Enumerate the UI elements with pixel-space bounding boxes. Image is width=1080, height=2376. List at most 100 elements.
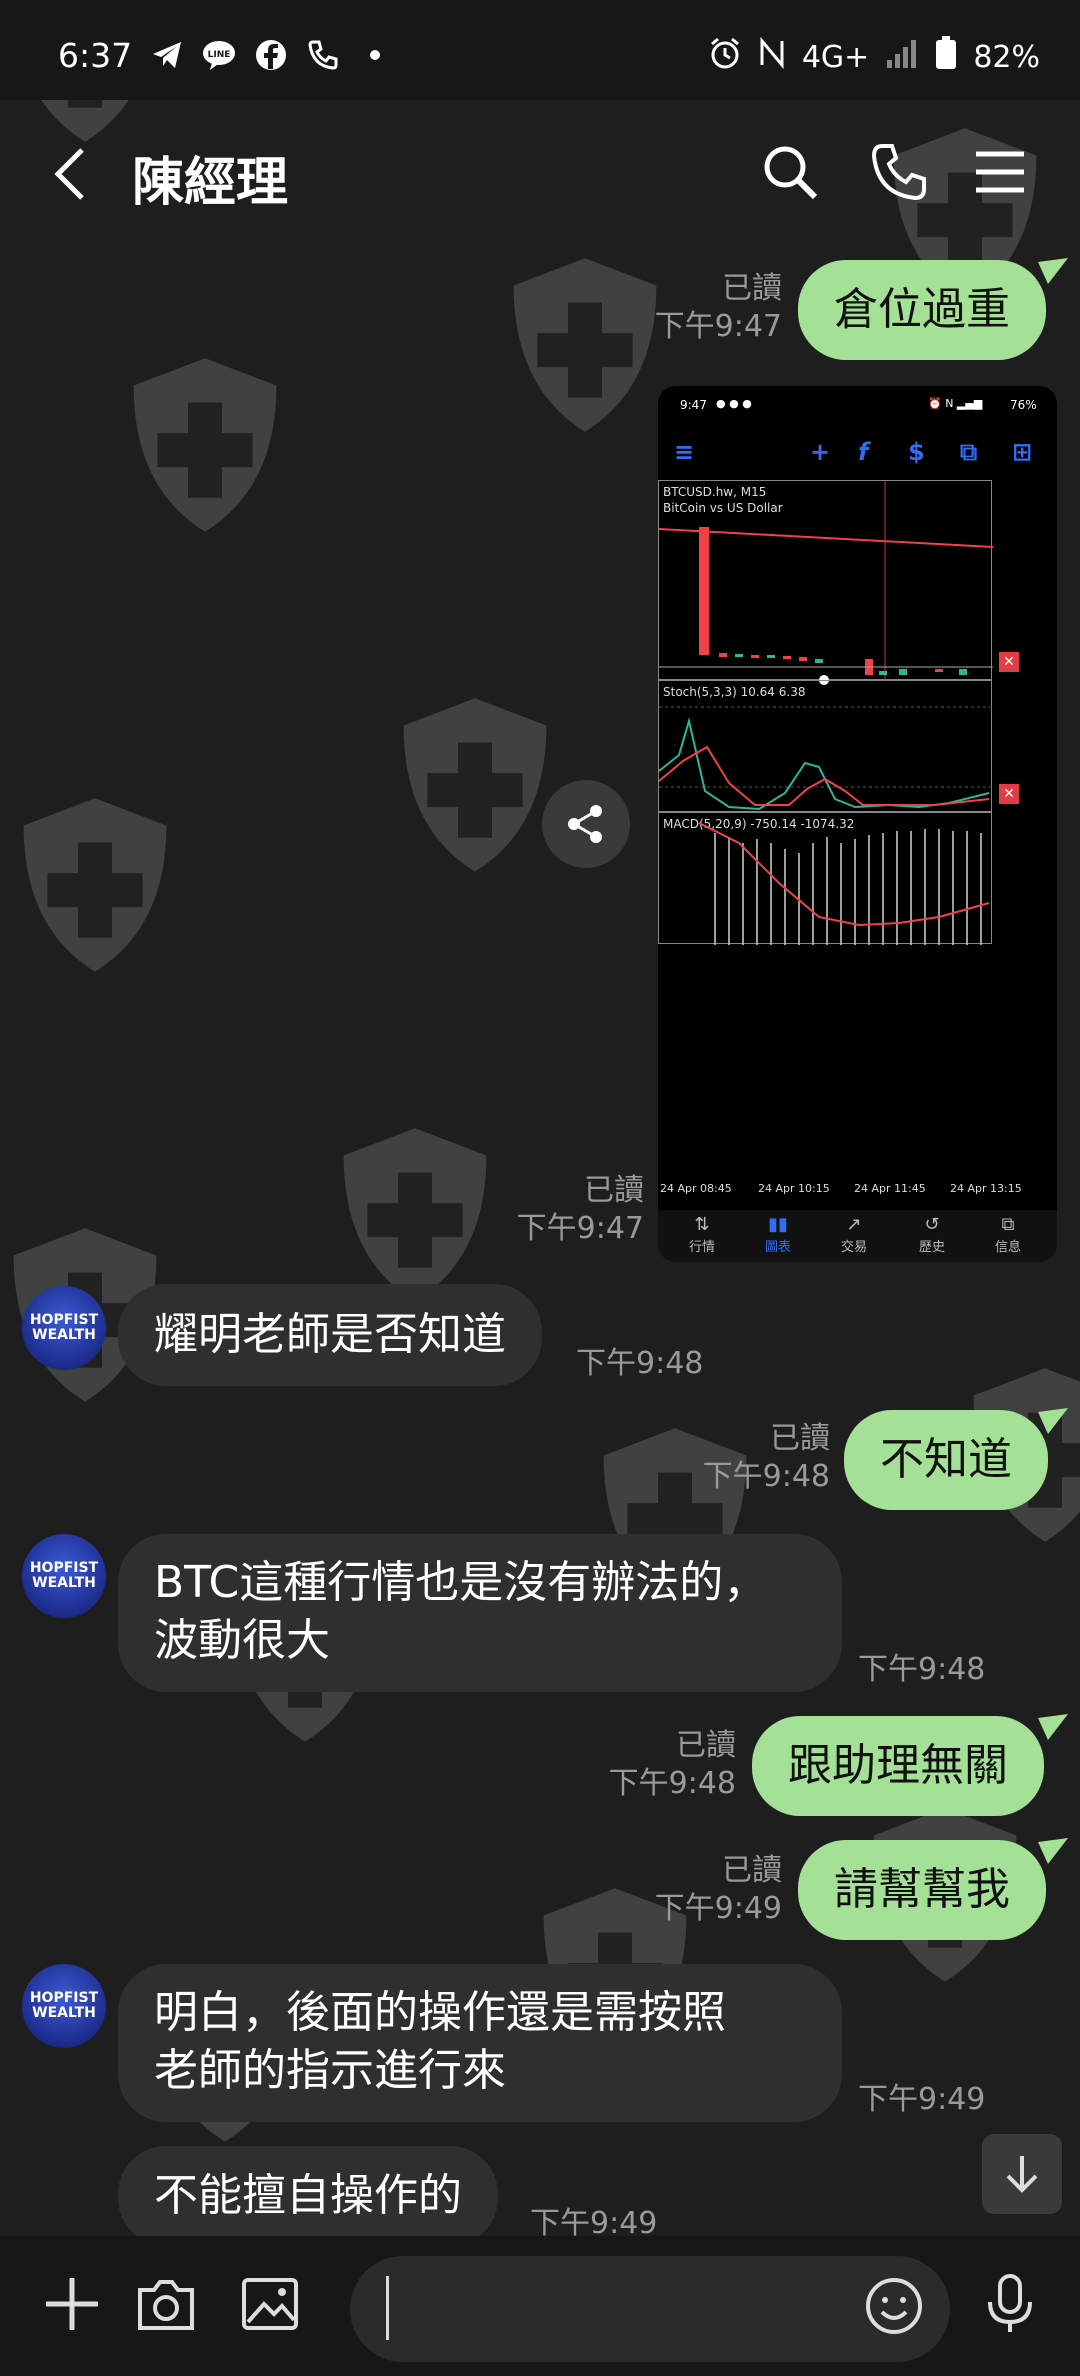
quotes-icon: ⇅ (694, 1214, 710, 1235)
signal-icon (885, 38, 919, 76)
battery-percent: 82% (973, 39, 1040, 75)
message-meta: 已讀 下午9:47 (517, 1172, 644, 1248)
trade-icon: ↗ (846, 1214, 862, 1235)
message-text: 明白，後面的操作還是需按照 (154, 1987, 726, 2038)
stoch-pane: Stoch(5,3,3) 10.64 6.38 (658, 680, 993, 812)
message-text: 跟助理無關 (788, 1740, 1008, 1791)
x-tick-label: 24 Apr 11:45 (854, 1182, 926, 1195)
tab-label: 圖表 (764, 1240, 791, 1255)
menu-icon: ≡ (674, 438, 695, 466)
tab-label: 歷史 (918, 1240, 945, 1255)
candlestick-chart (659, 481, 993, 681)
avatar-text: HOPFIST (29, 1990, 99, 2006)
x-tick-label: 24 Apr 13:15 (950, 1182, 1022, 1195)
bubble-tail (1038, 1714, 1068, 1740)
image-icon (242, 2278, 298, 2330)
image-message[interactable]: 9:47 ● ● ● ⏰ N ▂▄▆ 76% ≡ + f $ ⧉ ⊞ BTCUS… (658, 386, 1057, 1262)
message-bubble-outgoing[interactable]: 不知道 (844, 1410, 1048, 1510)
camera-button[interactable] (134, 2272, 198, 2336)
avatar-text: WEALTH (32, 2005, 96, 2021)
voice-button[interactable] (978, 2272, 1042, 2336)
scroll-to-bottom-button[interactable] (982, 2134, 1062, 2214)
share-button[interactable] (542, 780, 630, 868)
message-text: BTC這種行情也是沒有辦法的， (154, 1557, 768, 1608)
share-icon (568, 805, 602, 843)
message-bubble-outgoing[interactable]: 跟助理無關 (752, 1716, 1044, 1816)
camera-icon (138, 2280, 194, 2330)
avatar-text: HOPFIST (29, 1560, 99, 1576)
arrow-down-icon (1006, 2156, 1038, 2193)
history-icon: ↺ (924, 1214, 940, 1235)
avatar[interactable]: HOPFIST WEALTH (22, 1534, 106, 1618)
x-tick-label: 24 Apr 08:45 (660, 1182, 732, 1195)
notification-icons: LINE (150, 38, 392, 72)
avatar[interactable]: HOPFIST WEALTH (22, 1286, 106, 1370)
screenshot-time: 9:47 (680, 398, 707, 412)
function-icon: f (858, 438, 869, 466)
screenshot-notification-icons: ● ● ● (716, 397, 752, 410)
dot-icon (358, 38, 392, 72)
stoch-lines (659, 706, 993, 811)
avatar[interactable]: HOPFIST WEALTH (22, 1964, 106, 2048)
message-meta: 已讀 下午9:49 (655, 1852, 782, 1928)
alarm-icon (708, 36, 742, 78)
nfc-icon (758, 36, 786, 77)
gallery-button[interactable] (238, 2272, 302, 2336)
avatar-text: WEALTH (32, 1575, 96, 1591)
screenshot-battery: 76% (1010, 398, 1037, 412)
tab-chart: ▮▮ 圖表 (748, 1214, 808, 1255)
text-caret (386, 2276, 389, 2340)
facebook-icon (254, 38, 288, 72)
avatar-text: WEALTH (32, 1327, 96, 1343)
emoji-icon (866, 2278, 922, 2334)
macd-pane: MACD(5,20,9) -750.14 -1074.32 (658, 812, 992, 945)
message-time: 下午9:49 (654, 1891, 782, 1926)
tab-label: 行情 (688, 1240, 715, 1255)
message-time: 下午9:49 (858, 2082, 986, 2117)
tab-label: 交易 (840, 1240, 867, 1255)
search-button[interactable] (760, 142, 820, 202)
close-pane-button[interactable]: ✕ (999, 784, 1019, 804)
tab-history: ↺ 歷史 (902, 1214, 962, 1255)
messages-icon: ⧉ (1001, 1214, 1015, 1235)
message-bubble-incoming[interactable]: 不能擅自操作的 (118, 2146, 498, 2246)
bubble-tail (1038, 1408, 1068, 1434)
read-receipt: 已讀 (676, 1728, 736, 1763)
plus-icon (46, 2278, 98, 2330)
crosshair-icon: + (810, 438, 831, 466)
svg-text:LINE: LINE (208, 50, 231, 60)
message-text: 老師的指示進行來 (154, 2045, 506, 2096)
message-bubble-incoming[interactable]: 耀明老師是否知道 (118, 1284, 542, 1386)
tab-label: 信息 (994, 1240, 1021, 1255)
tab-messages: ⧉ 信息 (978, 1214, 1038, 1255)
battery-icon (935, 36, 957, 78)
avatar-text: HOPFIST (29, 1312, 99, 1328)
bubble-tail (1038, 258, 1068, 284)
message-time: 下午9:48 (576, 1346, 704, 1381)
message-bubble-outgoing[interactable]: 請幫幫我 (798, 1840, 1046, 1940)
read-receipt: 已讀 (722, 1853, 782, 1888)
price-pane: BTCUSD.hw, M15 BitCoin vs US Dollar (658, 480, 993, 681)
chat-title: 陳經理 (132, 153, 289, 213)
close-pane-button[interactable]: ✕ (999, 652, 1019, 672)
x-tick-label: 24 Apr 10:15 (758, 1182, 830, 1195)
menu-button[interactable] (972, 142, 1032, 202)
status-time: 6:37 (58, 36, 133, 75)
emoji-button[interactable] (862, 2274, 926, 2338)
bubble-tail (1038, 1838, 1068, 1864)
screenshot-status-bar: 9:47 ● ● ● ⏰ N ▂▄▆ 76% (658, 386, 1057, 422)
message-bubble-outgoing[interactable]: 倉位過重 (798, 260, 1046, 360)
back-button[interactable] (50, 144, 100, 204)
message-input[interactable] (350, 2256, 950, 2362)
macd-histogram (698, 822, 990, 945)
message-bubble-incoming[interactable]: BTC這種行情也是沒有辦法的， 波動很大 (118, 1534, 842, 1692)
add-button[interactable] (40, 2272, 104, 2336)
message-bubble-incoming[interactable]: 明白，後面的操作還是需按照 老師的指示進行來 (118, 1964, 842, 2122)
read-receipt: 已讀 (770, 1421, 830, 1456)
back-icon (54, 148, 84, 200)
message-meta: 已讀 下午9:48 (703, 1420, 830, 1496)
screenshot-tab-bar: ⇅ 行情 ▮▮ 圖表 ↗ 交易 ↺ 歷史 ⧉ 信息 (658, 1210, 1057, 1262)
microphone-icon (988, 2274, 1032, 2332)
phone-button[interactable] (870, 142, 930, 202)
message-time: 下午9:48 (858, 1652, 986, 1687)
